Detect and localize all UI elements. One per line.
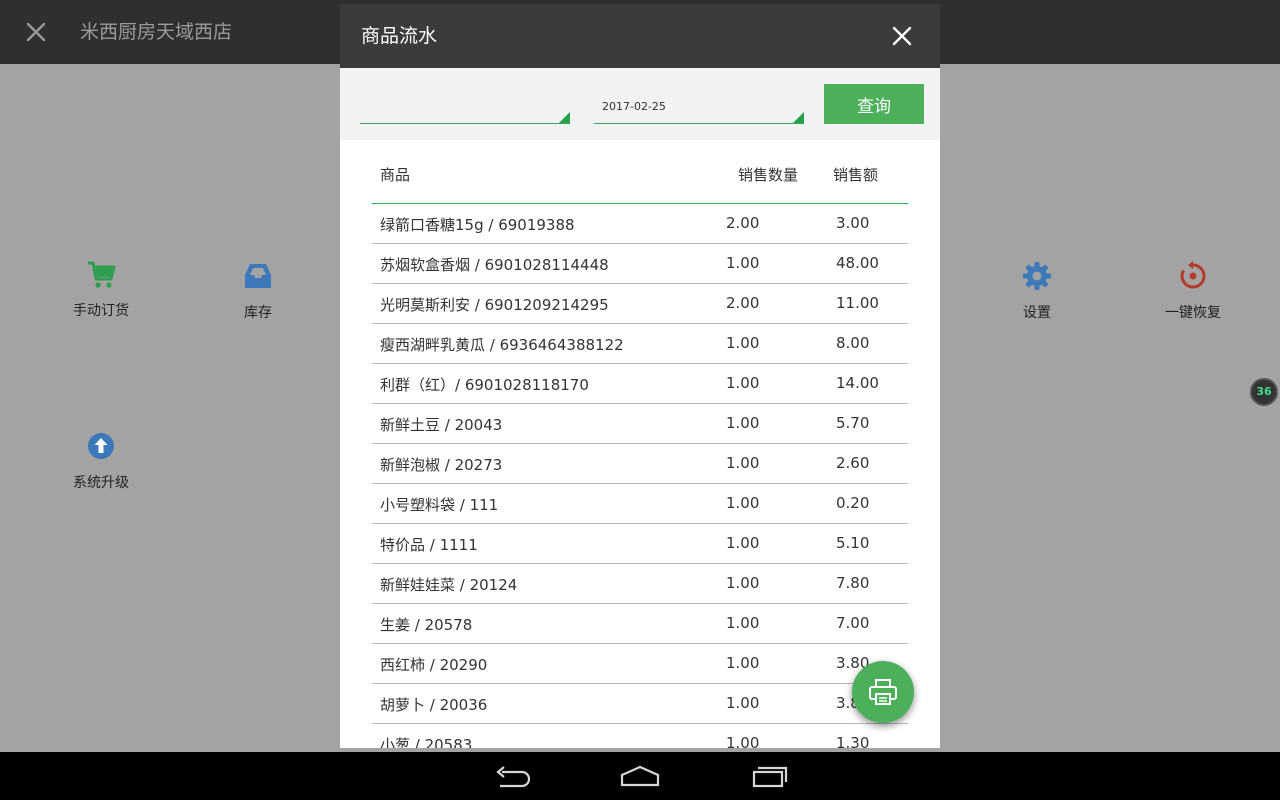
product-flow-dialog: 商品流水 2017-02-25 查询 商品 销售数量 销售额 绿箭口香糖15g … bbox=[340, 4, 940, 748]
product-name: 生姜 / 20578 bbox=[380, 616, 473, 634]
tile-settings[interactable]: 设置 bbox=[977, 260, 1097, 322]
table-row[interactable]: 新鲜土豆 / 20043 1.00 5.70 bbox=[372, 404, 908, 444]
product-name: 西红柿 / 20290 bbox=[380, 656, 488, 674]
sales-quantity: 1.00 bbox=[726, 334, 760, 352]
table-row[interactable]: 生姜 / 20578 1.00 7.00 bbox=[372, 604, 908, 644]
sales-amount: 1.30 bbox=[836, 734, 870, 748]
cart-icon bbox=[88, 261, 116, 288]
tile-label: 系统升级 bbox=[73, 475, 129, 491]
dialog-title: 商品流水 bbox=[361, 25, 438, 47]
sales-quantity: 2.00 bbox=[726, 294, 760, 312]
end-date-value: 2017-02-25 bbox=[602, 100, 666, 113]
sales-amount: 5.70 bbox=[836, 414, 870, 432]
sales-amount: 11.00 bbox=[836, 294, 879, 312]
table-row[interactable]: 小号塑料袋 / 111 1.00 0.20 bbox=[372, 484, 908, 524]
product-name: 特价品 / 1111 bbox=[380, 536, 478, 554]
tile-label: 一键恢复 bbox=[1165, 305, 1221, 321]
end-date-picker[interactable]: 2017-02-25 bbox=[594, 94, 804, 124]
print-button[interactable] bbox=[852, 661, 914, 723]
sales-quantity: 1.00 bbox=[726, 694, 760, 712]
close-icon[interactable] bbox=[22, 18, 50, 46]
table-row[interactable]: 小葱 / 20583 1.00 1.30 bbox=[372, 724, 908, 748]
sales-quantity: 1.00 bbox=[726, 734, 760, 748]
dropdown-corner-icon bbox=[793, 112, 804, 123]
restore-icon bbox=[1180, 261, 1206, 289]
column-header-amount: 销售额 bbox=[833, 166, 879, 184]
sales-quantity: 2.00 bbox=[726, 214, 760, 232]
product-name: 小号塑料袋 / 111 bbox=[380, 496, 499, 514]
sales-amount: 3.00 bbox=[836, 214, 870, 232]
sales-quantity: 1.00 bbox=[726, 254, 760, 272]
upgrade-arrow-icon bbox=[88, 433, 114, 459]
gear-icon bbox=[1023, 262, 1051, 290]
home-icon[interactable] bbox=[618, 762, 662, 790]
recent-apps-icon[interactable] bbox=[746, 762, 790, 790]
sales-amount: 2.60 bbox=[836, 454, 870, 472]
product-name: 新鲜娃娃菜 / 20124 bbox=[380, 576, 518, 594]
sales-quantity: 1.00 bbox=[726, 414, 760, 432]
system-navigation-bar bbox=[0, 752, 1280, 800]
table-row[interactable]: 苏烟软盒香烟 / 6901028114448 1.00 48.00 bbox=[372, 244, 908, 284]
close-icon[interactable] bbox=[888, 22, 916, 50]
product-name: 利群（红）/ 6901028118170 bbox=[380, 376, 589, 394]
tile-system-upgrade[interactable]: 系统升级 bbox=[41, 430, 161, 492]
product-name: 光明莫斯利安 / 6901209214295 bbox=[380, 296, 609, 314]
filter-bar: 2017-02-25 查询 bbox=[340, 68, 940, 140]
query-button[interactable]: 查询 bbox=[824, 84, 924, 124]
table-row[interactable]: 新鲜泡椒 / 20273 1.00 2.60 bbox=[372, 444, 908, 484]
printer-icon bbox=[869, 679, 897, 705]
tile-manual-order[interactable]: 手动订货 bbox=[41, 258, 161, 320]
product-name: 绿箭口香糖15g / 69019388 bbox=[380, 216, 575, 234]
table-row[interactable]: 西红柿 / 20290 1.00 3.80 bbox=[372, 644, 908, 684]
table-row[interactable]: 绿箭口香糖15g / 69019388 2.00 3.00 bbox=[372, 204, 908, 244]
table-row[interactable]: 利群（红）/ 6901028118170 1.00 14.00 bbox=[372, 364, 908, 404]
table-row[interactable]: 光明莫斯利安 / 6901209214295 2.00 11.00 bbox=[372, 284, 908, 324]
start-date-picker[interactable] bbox=[360, 94, 570, 124]
store-title: 米西厨房天域西店 bbox=[80, 21, 233, 43]
inventory-box-icon bbox=[245, 264, 271, 288]
sales-quantity: 1.00 bbox=[726, 614, 760, 632]
product-name: 新鲜泡椒 / 20273 bbox=[380, 456, 503, 474]
column-header-quantity: 销售数量 bbox=[738, 166, 799, 184]
tile-label: 手动订货 bbox=[73, 303, 129, 319]
tile-label: 设置 bbox=[1023, 305, 1051, 321]
sales-table-body: 绿箭口香糖15g / 69019388 2.00 3.00 苏烟软盒香烟 / 690… bbox=[372, 204, 908, 748]
table-row[interactable]: 特价品 / 1111 1.00 5.10 bbox=[372, 524, 908, 564]
sales-amount: 5.10 bbox=[836, 534, 870, 552]
product-name: 苏烟软盒香烟 / 6901028114448 bbox=[380, 256, 609, 274]
sales-amount: 0.20 bbox=[836, 494, 870, 512]
product-name: 胡萝卜 / 20036 bbox=[380, 696, 488, 714]
table-row[interactable]: 新鲜娃娃菜 / 20124 1.00 7.80 bbox=[372, 564, 908, 604]
sales-amount: 7.00 bbox=[836, 614, 870, 632]
tile-label: 库存 bbox=[244, 305, 272, 321]
floating-counter-badge[interactable]: 36 bbox=[1250, 378, 1278, 406]
table-header: 商品 销售数量 销售额 bbox=[372, 140, 908, 204]
sales-amount: 14.00 bbox=[836, 374, 879, 392]
sales-quantity: 1.00 bbox=[726, 574, 760, 592]
sales-quantity: 1.00 bbox=[726, 654, 760, 672]
tile-restore[interactable]: 一键恢复 bbox=[1133, 260, 1253, 322]
sales-amount: 7.80 bbox=[836, 574, 870, 592]
column-header-product: 商品 bbox=[380, 166, 411, 184]
product-name: 瘦西湖畔乳黄瓜 / 6936464388122 bbox=[380, 336, 624, 354]
dropdown-corner-icon bbox=[559, 112, 570, 123]
back-icon[interactable] bbox=[490, 762, 534, 790]
product-name: 小葱 / 20583 bbox=[380, 736, 473, 748]
sales-quantity: 1.00 bbox=[726, 454, 760, 472]
sales-quantity: 1.00 bbox=[726, 374, 760, 392]
table-row[interactable]: 胡萝卜 / 20036 1.00 3.8 bbox=[372, 684, 908, 724]
tile-inventory[interactable]: 库存 bbox=[198, 260, 318, 322]
sales-amount: 8.00 bbox=[836, 334, 870, 352]
table-row[interactable]: 瘦西湖畔乳黄瓜 / 6936464388122 1.00 8.00 bbox=[372, 324, 908, 364]
product-name: 新鲜土豆 / 20043 bbox=[380, 416, 503, 434]
sales-amount: 48.00 bbox=[836, 254, 879, 272]
sales-quantity: 1.00 bbox=[726, 534, 760, 552]
sales-quantity: 1.00 bbox=[726, 494, 760, 512]
dialog-header: 商品流水 bbox=[340, 4, 940, 68]
